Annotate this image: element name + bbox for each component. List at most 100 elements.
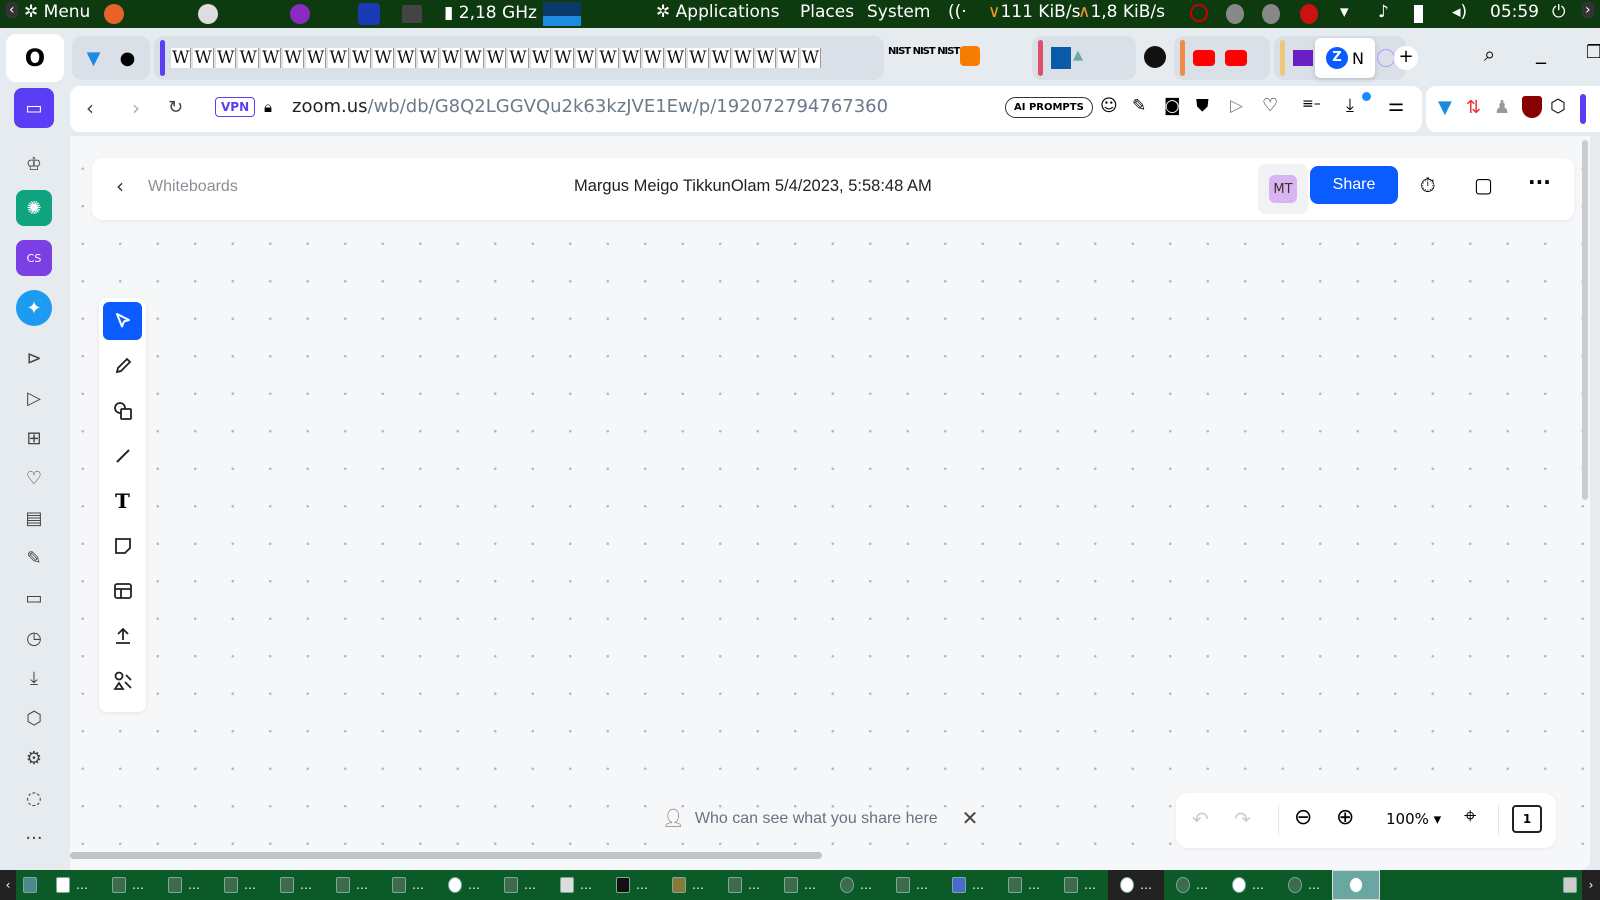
tab[interactable]: W [328,48,349,68]
map-pin-icon[interactable]: ⌖ [1464,804,1476,829]
sidebar-cs-icon[interactable]: CS [16,240,52,276]
taskbar-window-active[interactable] [1332,870,1380,900]
tab[interactable]: W [620,48,642,68]
tab[interactable]: W [508,48,529,68]
minimize-button[interactable]: _ [1536,40,1546,64]
nist-tabs[interactable]: NIST NIST NIST [888,46,960,57]
trash-icon[interactable] [1558,870,1582,900]
record-icon[interactable] [1300,4,1318,24]
restore-button[interactable]: ❐ [1586,42,1600,63]
sidebar-reading-icon[interactable]: ▭ [14,88,54,128]
tab[interactable]: W [485,48,507,68]
taskbar-right-arrow[interactable]: › [1582,870,1600,900]
taskbar-window[interactable]: … [156,870,212,900]
zoom-in-icon[interactable]: ⊕ [1336,805,1354,830]
taskbar-window[interactable]: … [1108,870,1164,900]
zoom-out-icon[interactable]: ⊖ [1294,805,1312,830]
smart-recognition-tool[interactable] [103,662,142,700]
opera-icon[interactable] [358,3,380,25]
back-chevron-icon[interactable]: ‹ [116,174,124,198]
tab[interactable]: W [755,48,777,68]
tab[interactable]: W [553,48,574,68]
shield-icon[interactable]: ⛊ [1196,96,1209,116]
mail-tab-icon[interactable] [1293,50,1313,66]
tab[interactable]: W [193,48,214,68]
vpn-badge[interactable]: VPN [215,97,256,117]
taskbar-window[interactable]: … [772,870,828,900]
text-tool[interactable]: T [103,482,142,520]
tab[interactable]: W [283,48,304,68]
taskbar-left-arrow[interactable]: ‹ [0,870,16,900]
tor-icon[interactable] [290,4,310,24]
tab[interactable]: W [395,48,417,68]
taskbar-window[interactable]: … [604,870,660,900]
tab[interactable]: W [800,48,822,68]
firefox-icon[interactable] [104,4,124,24]
tab[interactable]: W [440,48,462,68]
places-menu[interactable]: Places [800,2,854,22]
tab[interactable]: W [710,48,732,68]
terminal-icon[interactable] [402,5,422,23]
taskbar-window[interactable]: … [324,870,380,900]
tab[interactable] [1051,47,1071,69]
tab[interactable]: W [418,48,439,68]
tab[interactable]: W [598,48,619,68]
blogger-tab-icon[interactable] [960,46,980,66]
taskbar-window[interactable]: … [100,870,156,900]
send-icon[interactable]: ▷ [1230,96,1243,116]
indicator-icon[interactable] [1190,4,1208,22]
undo-icon[interactable]: ↶ [1192,807,1209,831]
sidebar-send-icon[interactable]: ▷ [16,380,52,416]
select-tool[interactable] [103,302,142,340]
download-icon[interactable]: ⤓ [1346,95,1354,116]
sidebar-settings-icon[interactable]: ⚙ [16,740,52,776]
sidebar-twitter-icon[interactable]: ✦ [16,290,52,326]
tab[interactable]: W [778,48,799,68]
taskbar-window[interactable]: … [436,870,492,900]
taskbar-window[interactable]: … [996,870,1052,900]
heart-icon[interactable]: ♡ [1262,95,1278,116]
taskbar-window[interactable]: … [380,870,436,900]
tab[interactable] [1377,49,1395,67]
tab[interactable]: W [575,48,597,68]
tab[interactable]: W [688,48,709,68]
back-button[interactable]: ‹ [86,96,94,120]
taskbar-window[interactable]: … [940,870,996,900]
tab[interactable]: W [733,48,754,68]
taskbar-window[interactable]: … [1052,870,1108,900]
tab[interactable]: ▲ [1073,48,1093,68]
indicator-icon[interactable] [1226,4,1244,24]
sidebar-tips-icon[interactable]: ◌ [16,780,52,816]
template-tool[interactable] [103,572,142,610]
extensions-icon[interactable]: ⬡ [1550,96,1566,117]
power-icon[interactable]: ⏻ [1552,2,1565,22]
url-input[interactable]: zoom.us/wb/db/G8Q2LGGVQu2k63kzJVE1Ew/p/1… [292,96,888,117]
tab[interactable]: W [463,48,484,68]
upload-tool[interactable] [103,617,142,655]
search-tabs-icon[interactable]: ⌕ [1484,42,1495,66]
sidebar-downloads-icon[interactable]: ⤓ [16,660,52,696]
sidebar-extensions-icon[interactable]: ⬡ [16,700,52,736]
tab[interactable]: W [238,48,259,68]
show-desktop-button[interactable] [16,870,44,900]
panel-right-arrow[interactable]: › [1582,2,1594,18]
tab-favicon[interactable]: ▼ [87,48,101,69]
sidebar-crown-icon[interactable]: ♔ [16,146,52,182]
tab[interactable]: W [305,48,327,68]
accessibility-icon[interactable] [198,4,218,24]
sidebar-toggle[interactable] [1580,94,1586,124]
lock-icon[interactable]: 🔒︎ [264,98,272,116]
zoom-level-dropdown[interactable]: 100% ▾ [1386,810,1441,828]
youtube-tab-icon[interactable] [1225,50,1247,66]
tab[interactable]: W [373,48,394,68]
panel-left-arrow[interactable]: ‹ [6,2,18,18]
tab[interactable]: W [171,48,192,68]
whiteboard-canvas[interactable] [70,136,1590,870]
vertical-scrollbar[interactable] [1582,140,1588,500]
taskbar-window[interactable]: … [1220,870,1276,900]
chat-icon[interactable]: ▢ [1474,173,1493,197]
easy-setup-icon[interactable]: ⚌ [1388,95,1404,116]
forward-button[interactable]: › [132,96,140,120]
tab[interactable]: W [260,48,282,68]
snap-icon[interactable]: ✎ [1132,96,1146,116]
